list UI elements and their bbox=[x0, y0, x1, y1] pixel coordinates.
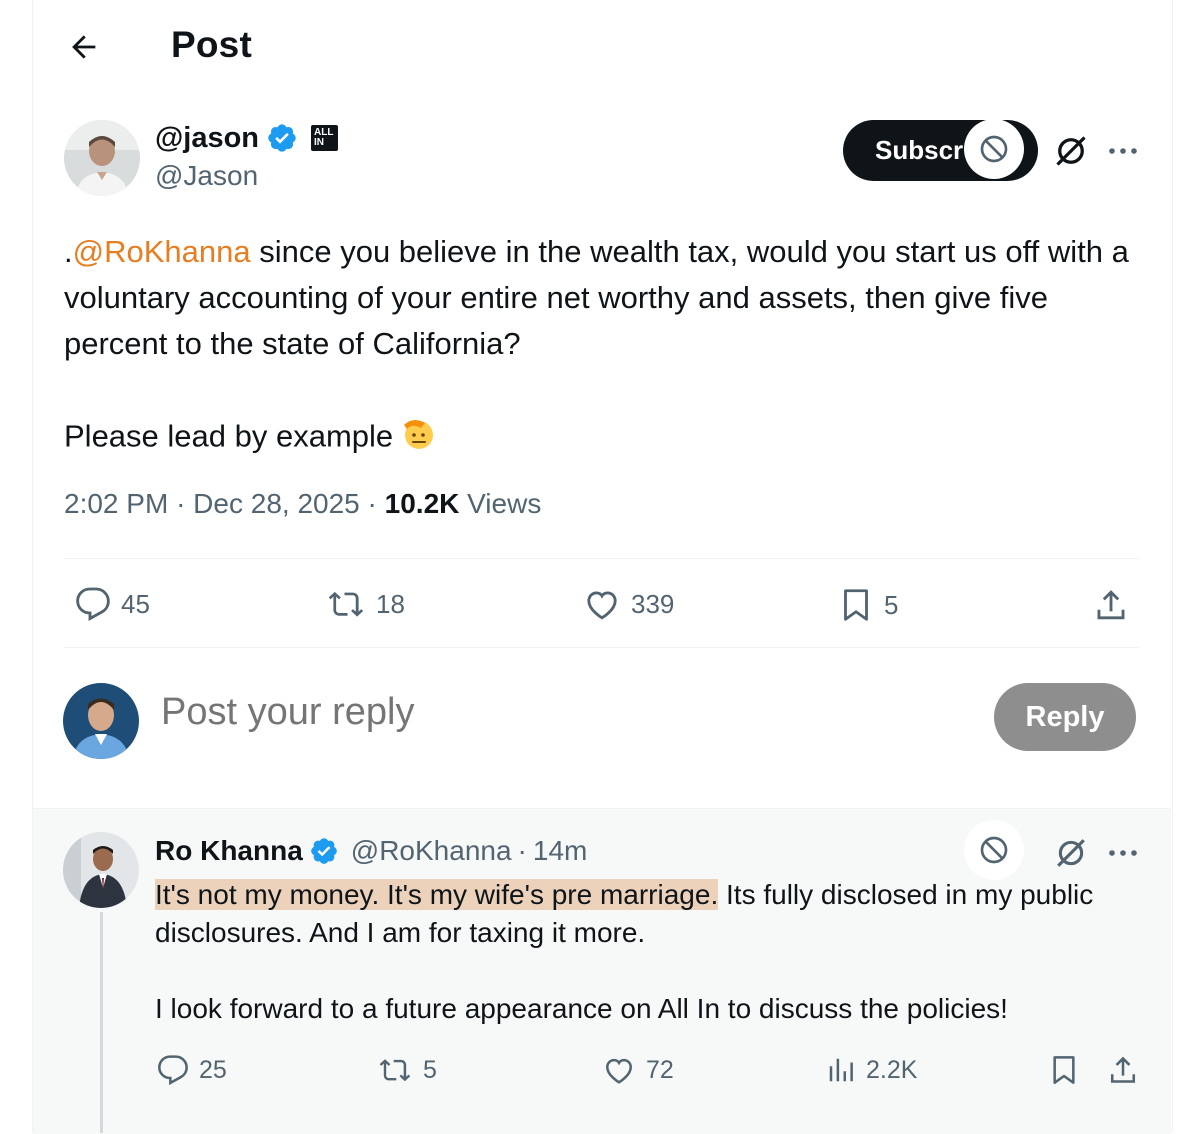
post-date[interactable]: Dec 28, 2025 bbox=[193, 488, 360, 519]
arrow-left-icon bbox=[72, 35, 96, 59]
repost-action[interactable]: 5 bbox=[377, 1054, 437, 1086]
back-button[interactable] bbox=[64, 27, 104, 67]
author-name[interactable]: @jason bbox=[155, 122, 259, 155]
bookmark-icon bbox=[844, 589, 868, 621]
affiliate-badge[interactable]: ALL IN bbox=[311, 125, 339, 151]
more-icon bbox=[1109, 148, 1137, 154]
views-count: 10.2K bbox=[384, 488, 460, 519]
share-button[interactable] bbox=[1090, 584, 1132, 626]
comment-icon bbox=[158, 1055, 188, 1086]
bookmark-action[interactable]: 5 bbox=[838, 586, 898, 624]
comment-icon bbox=[76, 587, 110, 621]
author-avatar[interactable] bbox=[64, 120, 140, 196]
divider bbox=[64, 558, 1139, 559]
block-button[interactable] bbox=[964, 820, 1024, 880]
share-button[interactable] bbox=[1104, 1051, 1142, 1089]
post-meta: 2:02 PM · Dec 28, 2025 · 10.2K Views bbox=[64, 488, 542, 519]
share-icon bbox=[1097, 590, 1125, 620]
share-icon bbox=[1110, 1056, 1136, 1083]
verified-badge-icon bbox=[310, 838, 337, 864]
reply-input[interactable] bbox=[159, 690, 923, 735]
current-user-avatar[interactable] bbox=[63, 683, 139, 759]
reply-action[interactable]: 25 bbox=[157, 1054, 227, 1086]
block-icon bbox=[980, 135, 1008, 163]
views-label: Views bbox=[467, 488, 542, 519]
more-options-button[interactable] bbox=[1101, 838, 1145, 868]
bookmark-button[interactable] bbox=[1046, 1052, 1082, 1088]
divider bbox=[64, 647, 1139, 648]
analytics-icon bbox=[829, 1058, 853, 1082]
verified-badge-icon bbox=[268, 124, 296, 152]
reply-time[interactable]: 14m bbox=[533, 835, 587, 867]
like-action[interactable]: 339 bbox=[583, 586, 674, 622]
grok-button[interactable] bbox=[1049, 833, 1093, 873]
repost-icon bbox=[328, 591, 364, 617]
reply-button[interactable]: Reply bbox=[994, 683, 1136, 751]
heart-icon bbox=[587, 591, 617, 620]
like-action[interactable]: 72 bbox=[602, 1054, 674, 1086]
author-handle[interactable]: @Jason bbox=[155, 160, 258, 192]
page-title: Post bbox=[171, 24, 252, 65]
grok-icon bbox=[1056, 136, 1086, 166]
heart-icon bbox=[605, 1058, 633, 1084]
reply-author-avatar[interactable] bbox=[63, 832, 139, 908]
grok-button[interactable] bbox=[1049, 131, 1093, 171]
block-icon bbox=[980, 836, 1008, 864]
bookmark-icon bbox=[1053, 1056, 1075, 1084]
reply-text: It's not my money. It's my wife's pre ma… bbox=[155, 879, 1094, 1024]
reply-action[interactable]: 45 bbox=[75, 586, 150, 622]
repost-icon bbox=[379, 1059, 411, 1082]
post-time[interactable]: 2:02 PM bbox=[64, 488, 168, 519]
more-options-button[interactable] bbox=[1101, 135, 1145, 167]
post-text: .@RoKhanna since you believe in the weal… bbox=[64, 229, 1139, 464]
repost-action[interactable]: 18 bbox=[326, 586, 405, 622]
grok-icon bbox=[1057, 839, 1085, 867]
highlighted-text: It's not my money. It's my wife's pre ma… bbox=[155, 879, 719, 910]
views-action[interactable]: 2.2K bbox=[826, 1054, 917, 1086]
mention-link[interactable]: @RoKhanna bbox=[73, 234, 251, 269]
more-icon bbox=[1109, 850, 1137, 856]
saluting-face-icon bbox=[399, 413, 437, 464]
thread-line bbox=[100, 912, 103, 1133]
reply-author-handle[interactable]: @RoKhanna bbox=[351, 835, 512, 867]
block-button[interactable] bbox=[964, 119, 1024, 179]
reply-author-name[interactable]: Ro Khanna bbox=[155, 835, 303, 867]
